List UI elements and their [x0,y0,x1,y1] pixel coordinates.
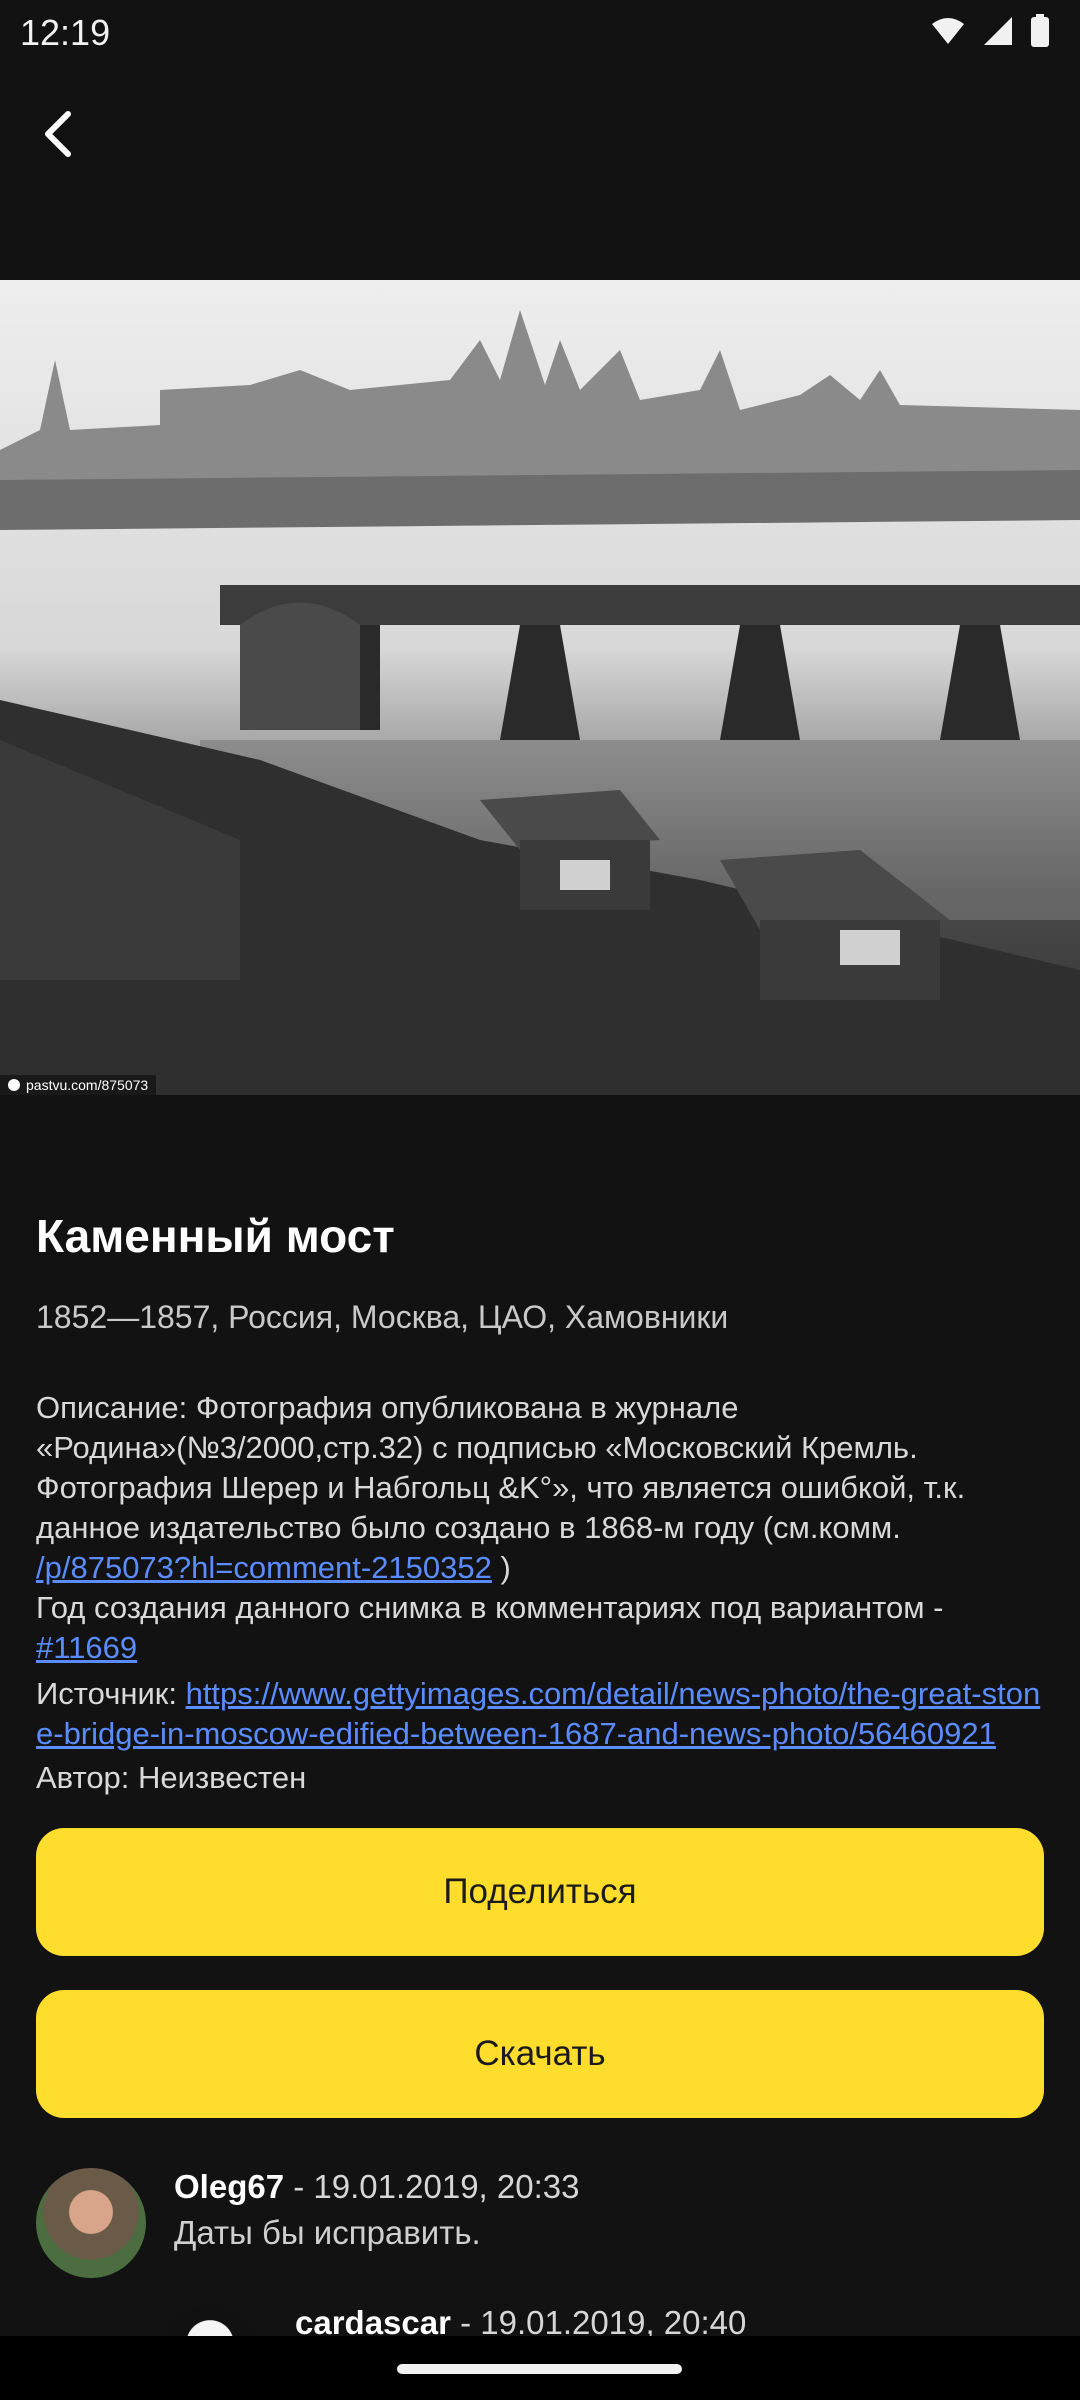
status-bar: 12:19 [0,0,1080,64]
download-button[interactable]: Скачать [36,1990,1044,2118]
battery-icon [1030,14,1050,53]
photo[interactable]: pastvu.com/875073 [0,280,1080,1095]
photo-description: Описание: Фотография опубликована в журн… [36,1348,1046,1668]
status-time: 12:19 [20,12,111,53]
photo-author: Автор: Неизвестен [36,1760,307,1795]
back-button[interactable] [26,104,90,168]
watermark-logo-icon [8,1079,20,1091]
photo-source: Источник: https://www.gettyimages.com/de… [36,1674,1046,1754]
signal-icon [982,15,1014,52]
comment-date: - 19.01.2019, 20:33 [284,2168,580,2205]
photo-illustration [0,310,1080,1095]
app-bar [0,64,1080,214]
description-text: Описание: Фотография опубликована в журн… [36,1390,966,1545]
source-label: Источник: [36,1676,186,1711]
photo-details: Каменный мост 1852—1857, Россия, Москва,… [36,1195,1046,1796]
wifi-icon [930,16,966,51]
source-link[interactable]: https://www.gettyimages.com/detail/news-… [36,1676,1040,1751]
comment-header: Oleg67 - 19.01.2019, 20:33 [174,2168,1034,2206]
photo-title: Каменный мост [36,1210,395,1262]
comment-text: Даты бы исправить. [174,2214,481,2251]
variant-link[interactable]: #11669 [36,1630,137,1665]
photo-watermark: pastvu.com/875073 [0,1075,157,1095]
avatar[interactable] [36,2168,146,2278]
comment-link[interactable]: /p/875073?hl=comment-2150352 [36,1550,492,1585]
comment-item: Oleg67 - 19.01.2019, 20:33 Даты бы испра… [36,2168,1046,2288]
home-handle[interactable] [397,2364,682,2374]
comment-user[interactable]: Oleg67 [174,2168,284,2205]
watermark-text: pastvu.com/875073 [26,1077,149,1093]
share-button[interactable]: Поделиться [36,1828,1044,1956]
status-icons [930,14,1050,53]
system-nav-bar [0,2336,1080,2400]
photo-subtitle: 1852—1857, Россия, Москва, ЦАО, Хамовник… [36,1299,729,1335]
chevron-left-icon [38,110,78,163]
